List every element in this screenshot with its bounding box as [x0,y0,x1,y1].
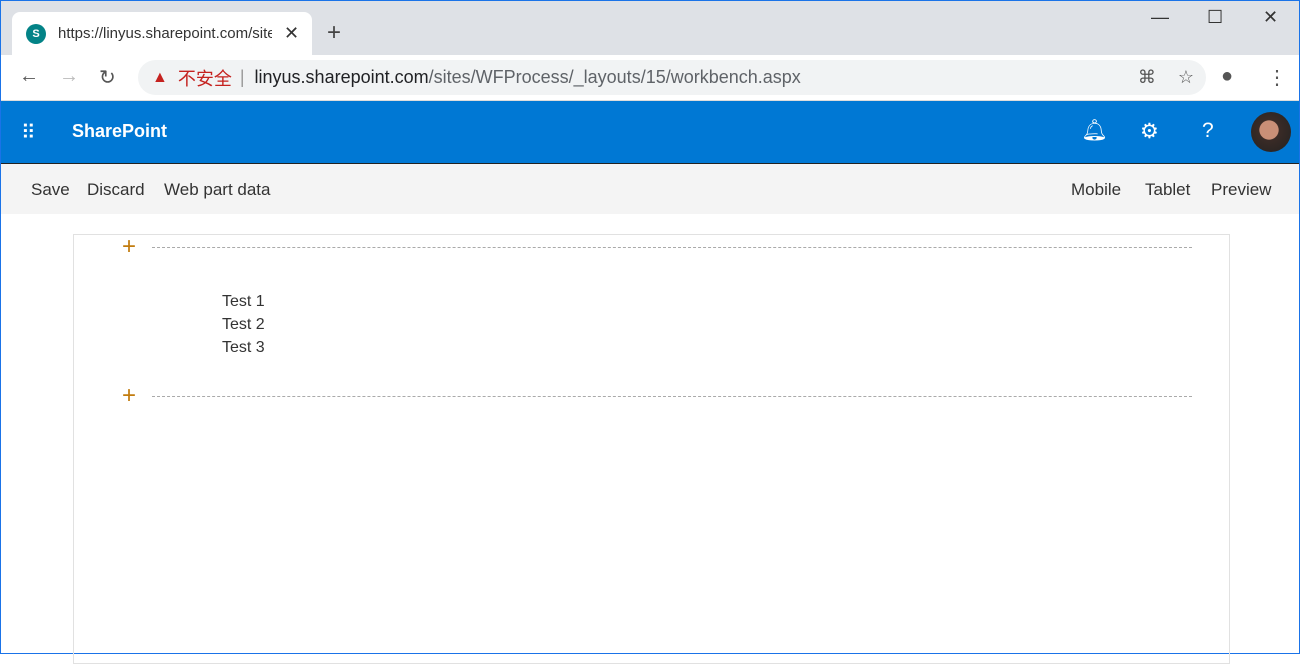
close-tab-icon[interactable]: ✕ [284,23,299,44]
menu-icon[interactable]: ⋮ [1267,65,1287,90]
new-tab-icon[interactable]: + [327,19,341,47]
bell-icon[interactable]: 🔔︎ [1081,119,1108,143]
tab-bar: S https://linyus.sharepoint.com/sites/WF… [1,1,1299,55]
url-host: linyus.sharepoint.com [254,67,429,87]
minimize-icon[interactable]: — [1151,7,1169,28]
tablet-button[interactable]: Tablet [1145,180,1190,200]
web-part-data-button[interactable]: Web part data [164,180,270,200]
translate-icon[interactable]: ⌘ [1138,67,1156,88]
preview-button[interactable]: Preview [1211,180,1271,200]
security-label: 不安全 [177,68,232,89]
command-bar: Save Discard Web part data Mobile Tablet… [1,163,1299,214]
help-icon[interactable]: ? [1202,119,1214,143]
add-webpart-icon[interactable]: + [122,233,136,261]
workbench-canvas: + Test 1 Test 2 Test 3 + [73,233,1230,664]
warning-icon: ▲ [152,68,168,86]
avatar[interactable] [1251,112,1291,152]
browser-tab[interactable]: S https://linyus.sharepoint.com/sites/WF… [12,12,312,55]
app-launcher-icon[interactable]: ⠿ [21,120,36,145]
divider: | [239,67,245,87]
maximize-icon[interactable]: ☐ [1207,7,1223,28]
back-icon[interactable]: ← [19,65,39,88]
suite-bar: ⠿ SharePoint 🔔︎ ⚙ ? [1,101,1299,163]
list-item: Test 3 [222,339,265,356]
url-path: /sites/WFProcess/_layouts/15/workbench.a… [428,67,801,87]
gear-icon[interactable]: ⚙ [1140,119,1159,144]
close-window-icon[interactable]: ✕ [1263,7,1278,28]
save-button[interactable]: Save [31,180,70,200]
discard-button[interactable]: Discard [87,180,145,200]
sharepoint-favicon-icon: S [26,23,46,44]
reload-icon[interactable]: ↻ [99,65,116,90]
url-input[interactable]: ▲ 不安全 | linyus.sharepoint.com /sites/WFP… [138,60,1206,95]
divider [152,247,1192,248]
add-webpart-icon[interactable]: + [122,382,136,410]
profile-icon[interactable]: ● [1221,65,1233,88]
list-item: Test 2 [222,316,265,333]
divider [152,396,1192,397]
mobile-button[interactable]: Mobile [1071,180,1121,200]
forward-icon[interactable]: → [59,65,79,88]
star-icon[interactable]: ☆ [1178,67,1194,88]
address-bar-row: ← → ↻ ▲ 不安全 | linyus.sharepoint.com /sit… [1,55,1299,101]
list-item: Test 1 [222,293,265,310]
tab-title: https://linyus.sharepoint.com/sites/WFPr… [58,25,272,42]
brand[interactable]: SharePoint [72,121,167,142]
webpart-list: Test 1 Test 2 Test 3 [222,290,265,359]
